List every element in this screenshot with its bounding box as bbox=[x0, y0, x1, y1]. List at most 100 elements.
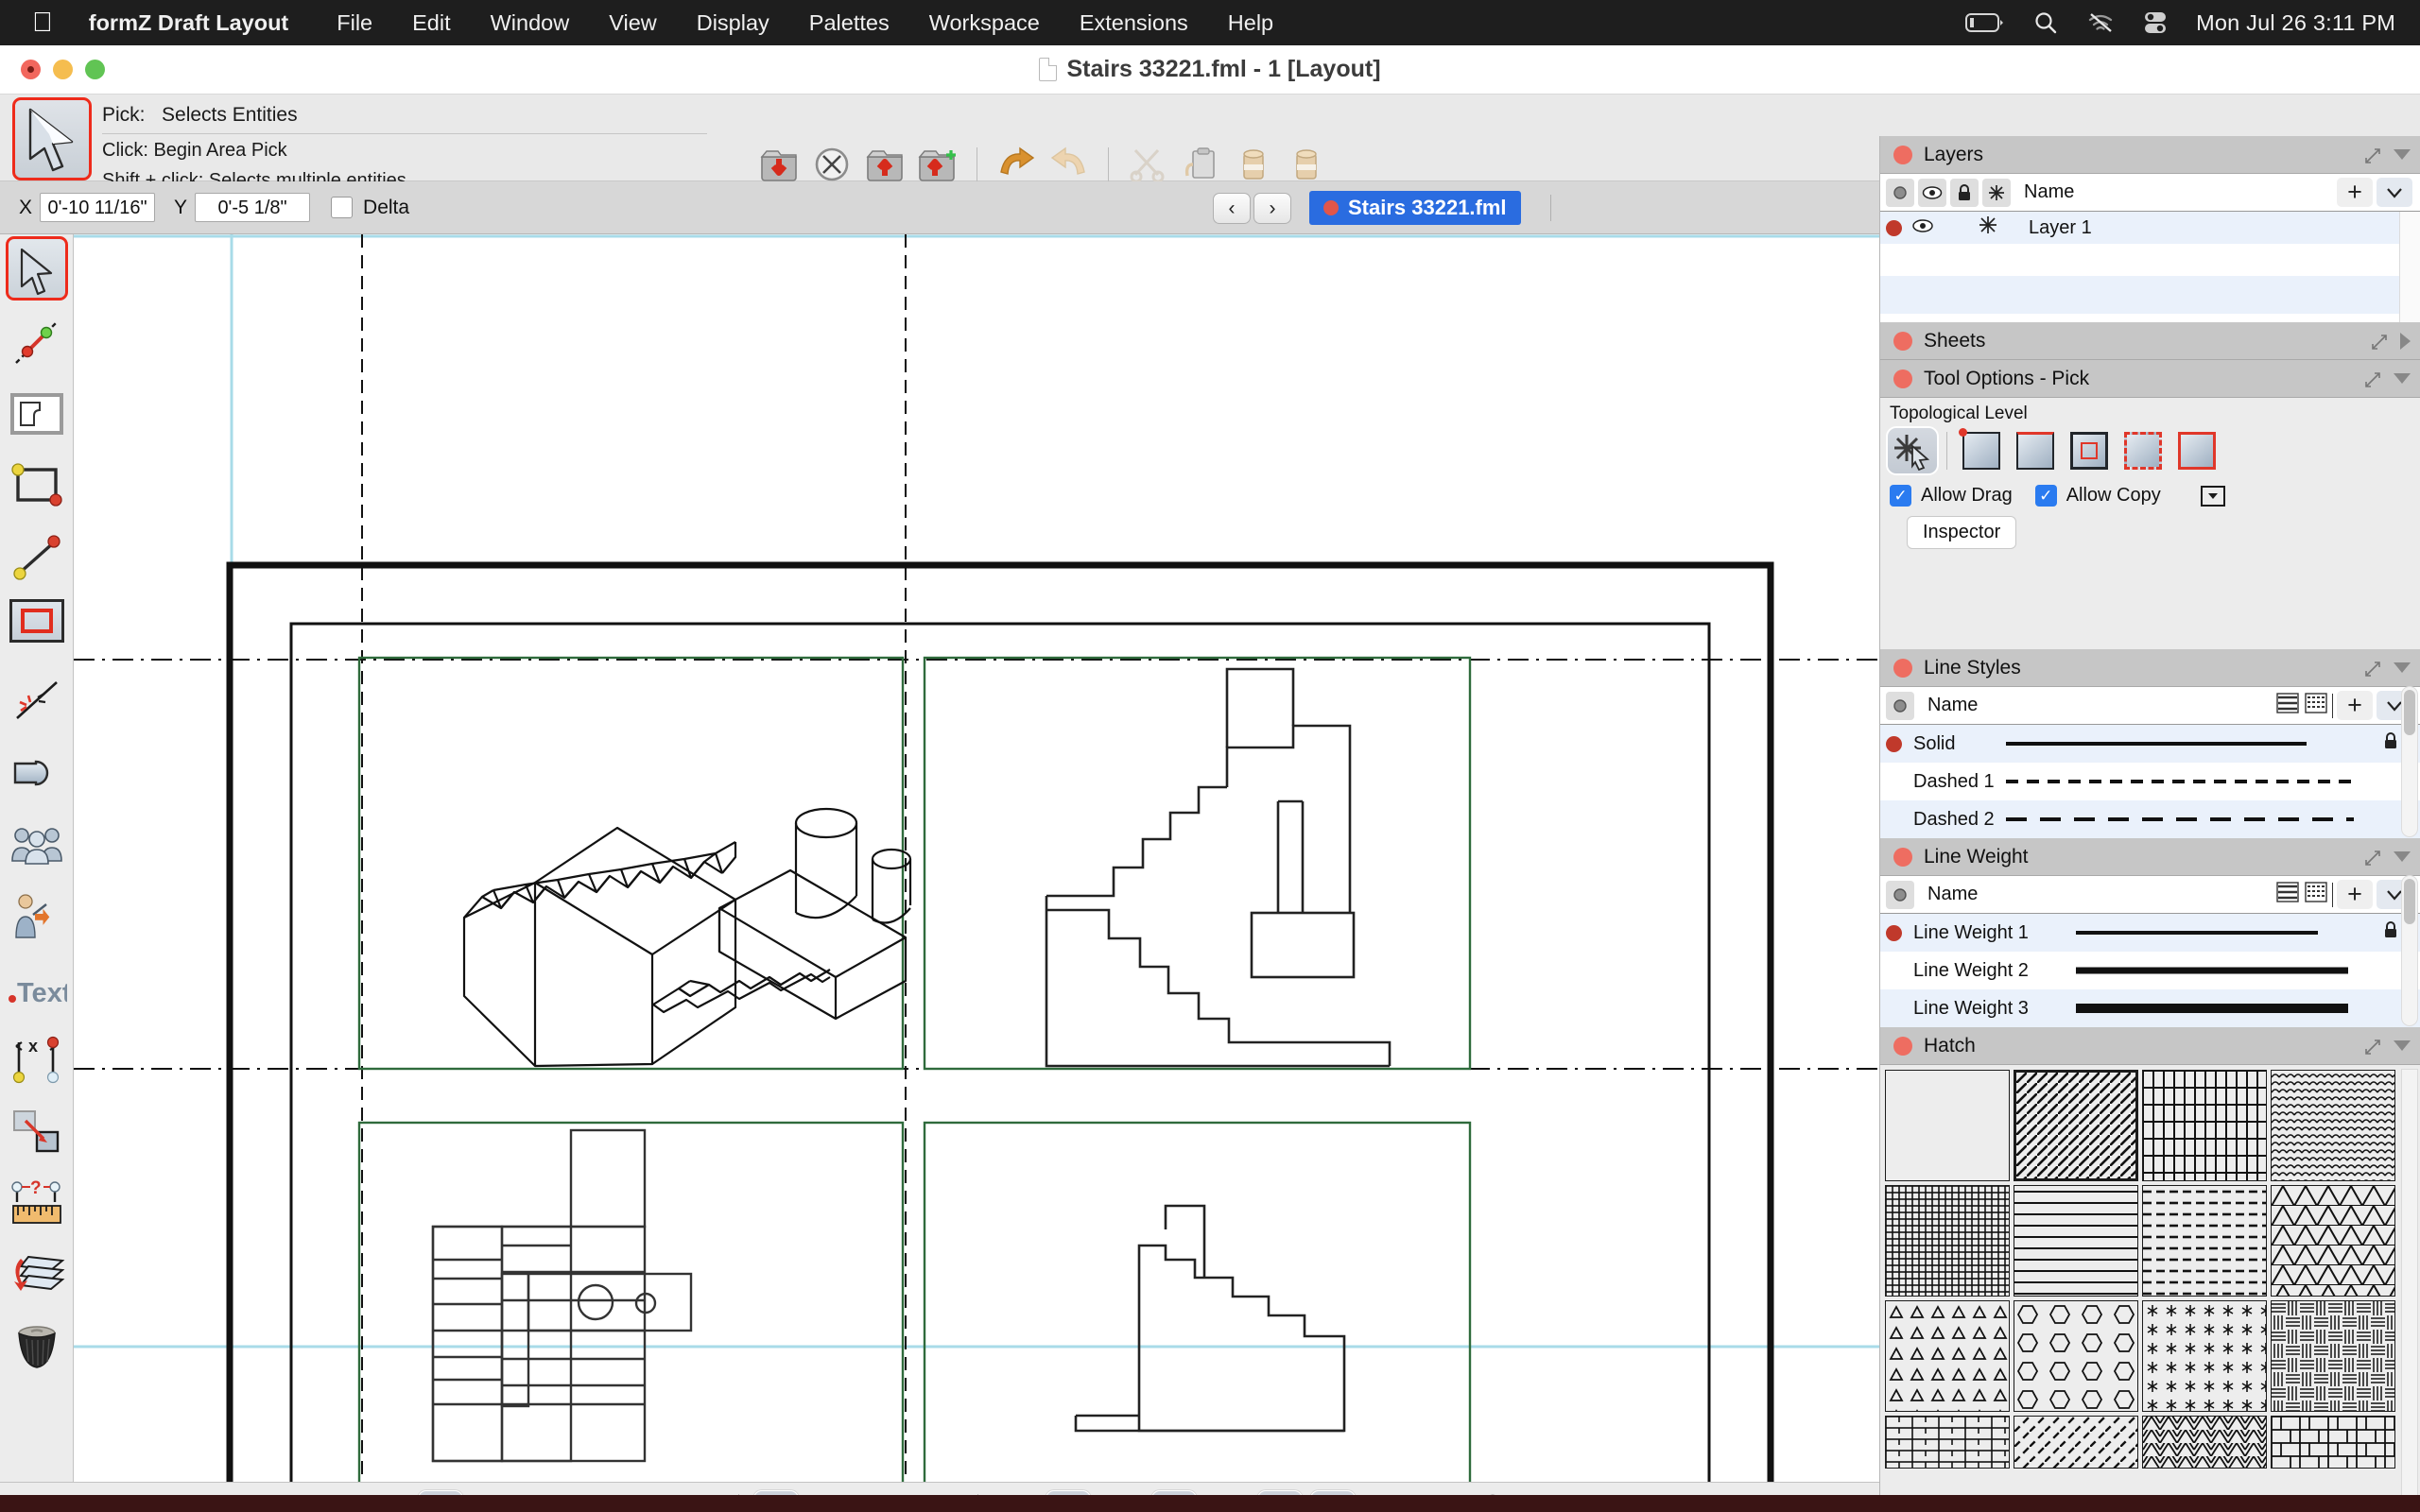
menu-item-display[interactable]: Display bbox=[677, 10, 789, 36]
line-style-color-icon[interactable] bbox=[1886, 691, 1914, 720]
collapse-triangle-tool-options[interactable] bbox=[2394, 373, 2411, 384]
palette-header-line-weight[interactable]: Line Weight bbox=[1880, 838, 2420, 876]
menu-item-workspace[interactable]: Workspace bbox=[909, 10, 1060, 36]
topo-outline-level-button[interactable] bbox=[2065, 428, 2114, 473]
hatch-cell-fine-grid[interactable] bbox=[1885, 1185, 2010, 1297]
menu-item-window[interactable]: Window bbox=[471, 10, 590, 36]
delta-checkbox[interactable] bbox=[331, 197, 354, 218]
tool-dimension[interactable]: x bbox=[0, 1024, 74, 1096]
layer-eye-icon[interactable] bbox=[1911, 217, 1934, 239]
tool-layer-stack[interactable] bbox=[0, 1240, 74, 1312]
line-styles-list[interactable]: Solid Dashed 1 Dashed 2 bbox=[1880, 686, 2420, 838]
palette-close-dot-line-weight[interactable] bbox=[1893, 847, 1912, 867]
topo-point-level-button[interactable] bbox=[1957, 428, 2006, 473]
menu-item-view[interactable]: View bbox=[589, 10, 677, 36]
add-layer-button[interactable]: + bbox=[2337, 178, 2373, 207]
search-icon[interactable] bbox=[2033, 10, 2058, 35]
palette-header-hatch[interactable]: Hatch bbox=[1880, 1027, 2420, 1065]
next-window-button[interactable]: › bbox=[1253, 193, 1291, 224]
hatch-cell-brick-stack[interactable] bbox=[2142, 1070, 2267, 1181]
hatch-cell-diagonal-hatch[interactable] bbox=[2014, 1070, 2138, 1181]
thumbnail-view-icon-line-weight[interactable] bbox=[2304, 880, 2328, 909]
hatch-cell-fine-scale[interactable] bbox=[2271, 1070, 2395, 1181]
expand-icon-line-weight[interactable] bbox=[2363, 849, 2380, 866]
tool-text[interactable]: Text bbox=[0, 953, 74, 1024]
battery-icon[interactable] bbox=[1965, 12, 2005, 33]
hatch-cell-triangle-grid[interactable] bbox=[2271, 1185, 2395, 1297]
open-icon[interactable] bbox=[862, 143, 908, 186]
hatch-cell-zigzag-weave[interactable] bbox=[2142, 1416, 2267, 1469]
cut-icon[interactable] bbox=[1125, 143, 1170, 186]
hatch-cell-none[interactable] bbox=[1885, 1070, 2010, 1181]
hatch-cell-diagonal-dash[interactable] bbox=[2014, 1416, 2138, 1469]
tool-join-shape[interactable] bbox=[0, 737, 74, 809]
menu-item-extensions[interactable]: Extensions bbox=[1060, 10, 1208, 36]
palette-header-sheets[interactable]: Sheets bbox=[1880, 322, 2420, 360]
tool-rectangle[interactable] bbox=[0, 450, 74, 522]
wifi-off-icon[interactable] bbox=[2086, 11, 2115, 34]
y-input[interactable]: 0'-5 1/8" bbox=[195, 193, 311, 222]
tool-presenter[interactable] bbox=[0, 881, 74, 953]
hatch-cell-block-tile[interactable] bbox=[2271, 1416, 2395, 1469]
palette-header-layers[interactable]: Layers bbox=[1880, 136, 2420, 174]
copy-icon[interactable] bbox=[1178, 143, 1223, 186]
collapse-triangle-line-weight[interactable] bbox=[2394, 851, 2411, 862]
allow-copy-checkbox[interactable]: ✓ bbox=[2034, 485, 2057, 507]
hatch-cell-dashed-horizontal[interactable] bbox=[2142, 1185, 2267, 1297]
hatch-cell-triangles[interactable] bbox=[1885, 1300, 2010, 1412]
hatch-pattern-grid[interactable] bbox=[1880, 1065, 2400, 1473]
tool-pick[interactable] bbox=[0, 234, 74, 306]
list-view-icon-line-styles[interactable] bbox=[2275, 691, 2300, 720]
dropdown-icon[interactable] bbox=[2200, 485, 2225, 507]
paste-icon[interactable] bbox=[1231, 143, 1276, 186]
expand-icon-hatch[interactable] bbox=[2363, 1038, 2380, 1055]
layer-snap-icon[interactable] bbox=[1978, 215, 1998, 241]
list-view-icon-line-weight[interactable] bbox=[2275, 880, 2300, 909]
line-weight-list[interactable]: Line Weight 1 Line Weight 2 Line Weight … bbox=[1880, 875, 2420, 1027]
line-weight-active-dot[interactable] bbox=[1886, 924, 1902, 941]
close-document-icon[interactable] bbox=[809, 143, 855, 186]
topo-segment-level-button[interactable] bbox=[2011, 428, 2060, 473]
tool-line[interactable] bbox=[0, 522, 74, 593]
line-style-row-dashed-2[interactable]: Dashed 2 bbox=[1880, 800, 2420, 838]
current-tool-indicator[interactable] bbox=[12, 97, 92, 180]
allow-drag-checkbox[interactable]: ✓ bbox=[1890, 485, 1911, 507]
apple-menu-icon[interactable]:  bbox=[32, 9, 53, 37]
layer-row-1[interactable]: Layer 1 bbox=[1880, 212, 2420, 244]
expand-icon-sheets[interactable] bbox=[2370, 333, 2387, 350]
add-line-weight-button[interactable]: + bbox=[2337, 880, 2373, 909]
drawing-canvas[interactable] bbox=[74, 234, 1879, 1482]
layer-color-icon[interactable] bbox=[1886, 178, 1914, 207]
expand-icon-line-styles[interactable] bbox=[2363, 660, 2380, 677]
layer-name[interactable]: Layer 1 bbox=[2029, 217, 2092, 239]
tool-measure[interactable]: ? bbox=[0, 1168, 74, 1240]
palette-close-dot-tool-options[interactable] bbox=[1893, 369, 1912, 388]
expand-icon-tool-options[interactable] bbox=[2363, 370, 2380, 387]
document-tab-stairs[interactable]: Stairs 33221.fml bbox=[1309, 191, 1521, 225]
menu-item-file[interactable]: File bbox=[317, 10, 392, 36]
hatch-cell-basket-weave[interactable] bbox=[2271, 1300, 2395, 1412]
menu-item-help[interactable]: Help bbox=[1208, 10, 1293, 36]
line-weight-row-1[interactable]: Line Weight 1 bbox=[1880, 914, 2420, 952]
line-style-row-solid[interactable]: Solid bbox=[1880, 725, 2420, 763]
palette-close-dot-hatch[interactable] bbox=[1893, 1036, 1912, 1056]
topo-auto-level-button[interactable] bbox=[1888, 428, 1937, 473]
tool-segment[interactable] bbox=[0, 306, 74, 378]
line-weight-row-3[interactable]: Line Weight 3 bbox=[1880, 989, 2420, 1027]
redo-icon[interactable] bbox=[994, 143, 1039, 186]
tool-split-line[interactable] bbox=[0, 665, 74, 737]
line-weight-lock-icon[interactable] bbox=[2382, 920, 2399, 945]
expand-icon-layers[interactable] bbox=[2363, 146, 2380, 163]
menu-item-edit[interactable]: Edit bbox=[392, 10, 471, 36]
thumbnail-view-icon-line-styles[interactable] bbox=[2304, 691, 2328, 720]
collapse-triangle-hatch[interactable] bbox=[2394, 1040, 2411, 1051]
lock-icon[interactable] bbox=[1950, 178, 1979, 207]
collapse-triangle-layers[interactable] bbox=[2394, 149, 2411, 160]
layers-scrollbar[interactable] bbox=[2399, 212, 2420, 322]
undo-icon[interactable] bbox=[1046, 143, 1092, 186]
control-center-icon[interactable] bbox=[2143, 10, 2168, 35]
tool-group[interactable] bbox=[0, 809, 74, 881]
hatch-cell-asterisks[interactable] bbox=[2142, 1300, 2267, 1412]
hatch-cell-horizontal-lines[interactable] bbox=[2014, 1185, 2138, 1297]
line-styles-scrollbar[interactable] bbox=[2401, 686, 2418, 837]
